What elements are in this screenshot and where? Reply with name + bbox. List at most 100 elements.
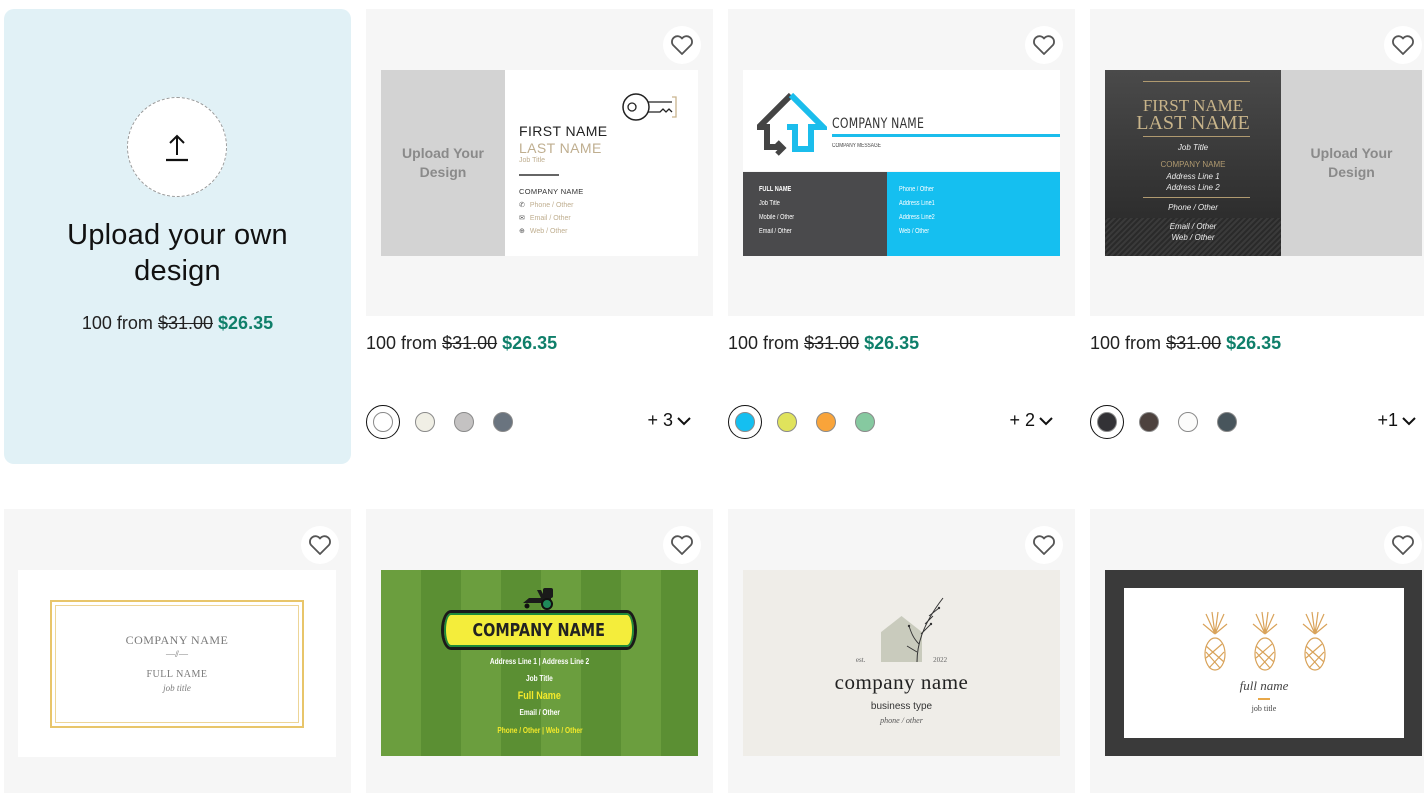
email: Email / Other	[759, 228, 792, 235]
color-swatch[interactable]	[1139, 412, 1159, 432]
key-icon	[622, 93, 677, 121]
pineapples-icon	[1202, 611, 1328, 671]
contact: Phone / Other | Web / Other	[381, 726, 698, 735]
email-text: Email / Other	[519, 708, 560, 717]
full-name: FULL NAME	[759, 186, 792, 193]
product-thumbnail[interactable]: COMPANY NAME Address Line 1 | Address Li…	[366, 509, 713, 793]
phone-icon: ✆	[519, 202, 525, 209]
globe-icon: ⊕	[519, 228, 525, 235]
color-swatches: + 2	[728, 405, 1075, 439]
color-swatch[interactable]	[777, 412, 797, 432]
gold-frame	[50, 600, 304, 728]
card-design-preview: COMPANY NAME —⫽— FULL NAME job title	[18, 570, 336, 757]
color-swatch[interactable]	[1097, 412, 1117, 432]
favorite-button[interactable]	[1025, 526, 1063, 564]
phone: Phone / Other	[899, 186, 934, 193]
heart-outline-icon	[1033, 35, 1055, 55]
price-prefix: 100 from	[81, 313, 153, 333]
more-colors-button[interactable]: + 2	[1009, 410, 1053, 431]
address-line-1: Address Line 1	[1166, 172, 1220, 181]
company-message: COMPANY MESSAGE	[832, 143, 881, 149]
color-swatches: +1	[1090, 405, 1424, 439]
color-swatch[interactable]	[493, 412, 513, 432]
color-swatch[interactable]	[1217, 412, 1237, 432]
job-title: Job Title	[1177, 143, 1209, 152]
card-design-preview: COMPANY NAME Address Line 1 | Address Li…	[381, 570, 698, 756]
product-card: Upload Your Design FIRST NAME LAST NAME …	[366, 9, 713, 439]
upload-button[interactable]	[127, 97, 227, 197]
heart-outline-icon	[671, 35, 693, 55]
est-year: est. 2022	[743, 656, 1060, 664]
upload-placeholder-text: Upload Your Design	[402, 145, 484, 180]
product-card: full name job title	[1090, 509, 1424, 793]
favorite-button[interactable]	[663, 26, 701, 64]
upload-title: Upload your own design	[67, 219, 288, 287]
color-swatch[interactable]	[1178, 412, 1198, 432]
price-prefix: 100 from	[366, 333, 438, 353]
product-price: 100 from $31.00 $26.35	[728, 333, 919, 354]
product-thumbnail[interactable]: full name job title	[1090, 509, 1424, 793]
company-name: COMPANY NAME	[125, 633, 229, 647]
chevron-down-icon	[1402, 416, 1416, 425]
sale-price: $26.35	[864, 333, 920, 353]
favorite-button[interactable]	[301, 526, 339, 564]
company-name: COMPANY NAME	[519, 187, 584, 196]
ornament-divider: —⫽—	[165, 649, 188, 659]
product-card: COMPANY NAME COMPANY MESSAGE FULL NAME J…	[728, 9, 1075, 439]
product-thumbnail[interactable]: est. 2022 company name business type pho…	[728, 509, 1075, 793]
contact-text: Phone / Other | Web / Other	[496, 726, 583, 735]
web-text: Web / Other	[529, 228, 568, 235]
favorite-button[interactable]	[1384, 526, 1422, 564]
upload-own-design-card[interactable]: Upload your own design 100 from $31.00 $…	[4, 9, 351, 464]
year: 2022	[933, 656, 948, 664]
divider	[1143, 136, 1250, 137]
color-swatch[interactable]	[735, 412, 755, 432]
divider	[1143, 197, 1250, 198]
phone-text: Phone / Other	[529, 202, 574, 209]
company-badge: COMPANY NAME	[441, 610, 637, 650]
email-line: ✉ Email / Other	[519, 214, 571, 222]
color-swatch[interactable]	[816, 412, 836, 432]
address-text: Address Line 1 | Address Line 2	[489, 657, 590, 666]
product-card: est. 2022 company name business type pho…	[728, 509, 1075, 793]
color-swatch[interactable]	[373, 412, 393, 432]
chevron-down-icon	[1039, 416, 1053, 425]
favorite-button[interactable]	[1384, 26, 1422, 64]
botanical-sprig-icon	[906, 597, 944, 663]
upload-placeholder: Upload Your Design	[1281, 70, 1422, 256]
product-thumbnail[interactable]: FIRST NAME LAST NAME Job Title COMPANY N…	[1090, 9, 1424, 316]
more-colors-button[interactable]: +1	[1377, 410, 1416, 431]
sale-price: $26.35	[218, 313, 274, 333]
color-swatch[interactable]	[454, 412, 474, 432]
chevron-down-icon	[677, 416, 691, 425]
mobile: Mobile / Other	[759, 214, 795, 221]
address: Address Line 1 | Address Line 2	[381, 657, 698, 666]
card-design-preview: est. 2022 company name business type pho…	[743, 570, 1060, 756]
color-swatch[interactable]	[415, 412, 435, 432]
favorite-button[interactable]	[663, 526, 701, 564]
email-text: Email / Other	[529, 215, 571, 222]
sale-price: $26.35	[502, 333, 558, 353]
company-name: COMPANY NAME	[832, 116, 925, 132]
card-design-preview: Upload Your Design FIRST NAME LAST NAME …	[381, 70, 698, 256]
upload-placeholder: Upload Your Design	[381, 70, 505, 256]
lawn-mower-icon	[523, 588, 553, 610]
card-design-preview: full name job title	[1105, 570, 1422, 756]
more-colors-button[interactable]: + 3	[647, 410, 691, 431]
favorite-button[interactable]	[1025, 26, 1063, 64]
price-prefix: 100 from	[1090, 333, 1162, 353]
color-swatch[interactable]	[855, 412, 875, 432]
heart-outline-icon	[309, 535, 331, 555]
est-label: est.	[855, 656, 866, 664]
upload-icon	[166, 134, 188, 162]
product-thumbnail[interactable]: COMPANY NAME COMPANY MESSAGE FULL NAME J…	[728, 9, 1075, 316]
upload-price: 100 from $31.00 $26.35	[4, 313, 351, 334]
product-thumbnail[interactable]: Upload Your Design FIRST NAME LAST NAME …	[366, 9, 713, 316]
product-card: COMPANY NAME —⫽— FULL NAME job title	[4, 509, 351, 793]
heart-outline-icon	[1392, 35, 1414, 55]
heart-outline-icon	[1392, 535, 1414, 555]
more-colors-count: +1	[1377, 410, 1398, 430]
product-thumbnail[interactable]: COMPANY NAME —⫽— FULL NAME job title	[4, 509, 351, 793]
job-title: Job Title	[381, 674, 698, 683]
original-price: $31.00	[1166, 333, 1222, 353]
